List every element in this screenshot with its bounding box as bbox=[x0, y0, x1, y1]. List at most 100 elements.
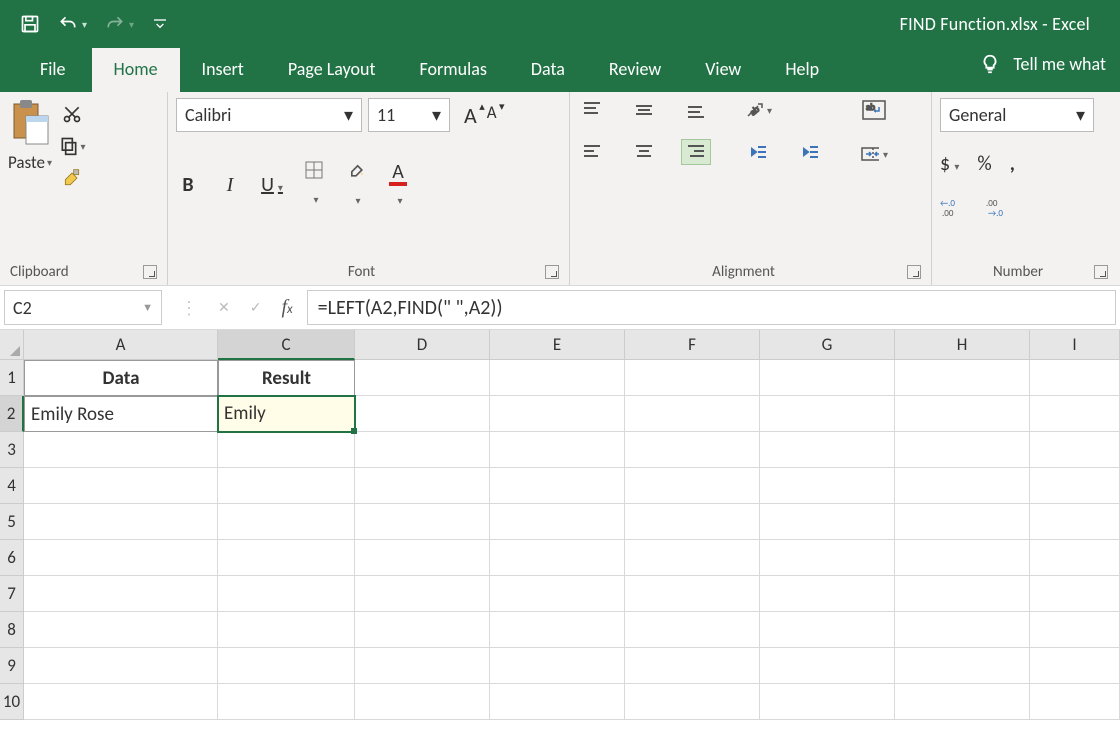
increase-font-button[interactable]: A▴ bbox=[464, 102, 477, 129]
tab-help[interactable]: Help bbox=[763, 48, 841, 92]
cell[interactable] bbox=[24, 612, 218, 648]
cell-C1[interactable]: Result bbox=[218, 360, 355, 396]
tab-data[interactable]: Data bbox=[509, 48, 587, 92]
accounting-format-button[interactable]: $ ▾ bbox=[940, 152, 959, 176]
tab-formulas[interactable]: Formulas bbox=[398, 48, 509, 92]
align-center-button[interactable] bbox=[630, 140, 658, 164]
cell[interactable] bbox=[490, 468, 625, 504]
cell[interactable] bbox=[895, 684, 1030, 720]
cell[interactable] bbox=[760, 504, 895, 540]
cell[interactable] bbox=[218, 648, 355, 684]
cell[interactable] bbox=[355, 684, 490, 720]
font-name-select[interactable]: Calibri▾ bbox=[176, 98, 362, 132]
row-header[interactable]: 4 bbox=[0, 468, 24, 504]
dialog-launcher-icon[interactable] bbox=[1094, 265, 1108, 279]
cell[interactable] bbox=[490, 648, 625, 684]
insert-function-button[interactable]: fx bbox=[281, 296, 292, 319]
cell[interactable] bbox=[1030, 432, 1120, 468]
increase-indent-button[interactable] bbox=[796, 140, 824, 164]
merge-center-button[interactable] bbox=[860, 142, 888, 166]
cell[interactable] bbox=[490, 612, 625, 648]
cell[interactable] bbox=[490, 576, 625, 612]
cell[interactable] bbox=[760, 360, 895, 396]
undo-button[interactable]: ▾ bbox=[58, 14, 87, 34]
cell[interactable] bbox=[490, 396, 625, 432]
cell[interactable] bbox=[1030, 648, 1120, 684]
cell[interactable] bbox=[895, 360, 1030, 396]
decrease-font-button[interactable]: A▾ bbox=[487, 102, 497, 129]
cell[interactable] bbox=[625, 468, 760, 504]
cell[interactable] bbox=[355, 648, 490, 684]
fill-color-button[interactable] bbox=[344, 160, 368, 210]
cell[interactable] bbox=[24, 540, 218, 576]
cell[interactable] bbox=[1030, 576, 1120, 612]
cell[interactable] bbox=[895, 540, 1030, 576]
drag-handle-icon[interactable]: ⋮ bbox=[180, 297, 198, 319]
cut-button[interactable] bbox=[58, 102, 86, 126]
cell[interactable] bbox=[490, 360, 625, 396]
tab-file[interactable]: File bbox=[18, 48, 92, 92]
cell[interactable] bbox=[1030, 360, 1120, 396]
cell[interactable] bbox=[625, 576, 760, 612]
paste-button[interactable] bbox=[8, 98, 52, 150]
cell[interactable] bbox=[355, 504, 490, 540]
row-header[interactable]: 3 bbox=[0, 432, 24, 468]
cell[interactable] bbox=[760, 684, 895, 720]
bold-button[interactable]: B bbox=[176, 173, 200, 197]
cell[interactable] bbox=[760, 540, 895, 576]
cell[interactable] bbox=[895, 648, 1030, 684]
cell[interactable] bbox=[625, 612, 760, 648]
cell[interactable] bbox=[490, 432, 625, 468]
cell[interactable] bbox=[625, 396, 760, 432]
decrease-indent-button[interactable] bbox=[744, 140, 772, 164]
cell[interactable] bbox=[895, 432, 1030, 468]
cell[interactable] bbox=[218, 684, 355, 720]
formula-input[interactable]: =LEFT(A2,FIND(" ",A2)) bbox=[307, 290, 1116, 325]
cell[interactable] bbox=[895, 468, 1030, 504]
cell[interactable] bbox=[625, 648, 760, 684]
column-header[interactable]: D bbox=[355, 330, 490, 360]
cell[interactable] bbox=[218, 432, 355, 468]
cell[interactable] bbox=[24, 684, 218, 720]
row-header[interactable]: 8 bbox=[0, 612, 24, 648]
dialog-launcher-icon[interactable] bbox=[907, 265, 921, 279]
align-bottom-button[interactable] bbox=[682, 98, 710, 122]
align-middle-button[interactable] bbox=[630, 98, 658, 122]
cell[interactable] bbox=[355, 360, 490, 396]
cell[interactable] bbox=[1030, 396, 1120, 432]
percent-format-button[interactable]: % bbox=[977, 152, 991, 176]
row-header[interactable]: 1 bbox=[0, 360, 24, 396]
save-button[interactable] bbox=[20, 14, 40, 34]
cell[interactable] bbox=[1030, 684, 1120, 720]
align-left-button[interactable] bbox=[578, 140, 606, 164]
cell[interactable] bbox=[625, 540, 760, 576]
tab-page-layout[interactable]: Page Layout bbox=[266, 48, 398, 92]
row-header[interactable]: 5 bbox=[0, 504, 24, 540]
tab-review[interactable]: Review bbox=[587, 48, 683, 92]
format-painter-button[interactable] bbox=[58, 166, 86, 190]
qat-customize-button[interactable] bbox=[152, 16, 168, 32]
italic-button[interactable]: I bbox=[218, 174, 242, 197]
row-header[interactable]: 6 bbox=[0, 540, 24, 576]
cell[interactable] bbox=[24, 432, 218, 468]
cell[interactable] bbox=[760, 612, 895, 648]
cell[interactable] bbox=[355, 576, 490, 612]
row-header[interactable]: 10 bbox=[0, 684, 24, 720]
align-top-button[interactable] bbox=[578, 98, 606, 122]
cell[interactable] bbox=[490, 504, 625, 540]
enter-formula-button[interactable]: ✓ bbox=[250, 299, 262, 316]
number-format-select[interactable]: General▾ bbox=[940, 98, 1094, 132]
cell-C2[interactable]: Emily bbox=[218, 396, 355, 432]
borders-button[interactable] bbox=[302, 161, 326, 209]
font-color-button[interactable]: A bbox=[386, 160, 410, 210]
cell[interactable] bbox=[895, 612, 1030, 648]
cell[interactable] bbox=[24, 576, 218, 612]
column-header[interactable]: G bbox=[760, 330, 895, 360]
tab-insert[interactable]: Insert bbox=[180, 48, 266, 92]
row-header[interactable]: 2 bbox=[0, 396, 24, 432]
cell[interactable] bbox=[760, 396, 895, 432]
cell[interactable] bbox=[625, 504, 760, 540]
cell[interactable] bbox=[1030, 468, 1120, 504]
column-header[interactable]: A bbox=[24, 330, 218, 360]
align-right-button[interactable] bbox=[682, 140, 710, 164]
